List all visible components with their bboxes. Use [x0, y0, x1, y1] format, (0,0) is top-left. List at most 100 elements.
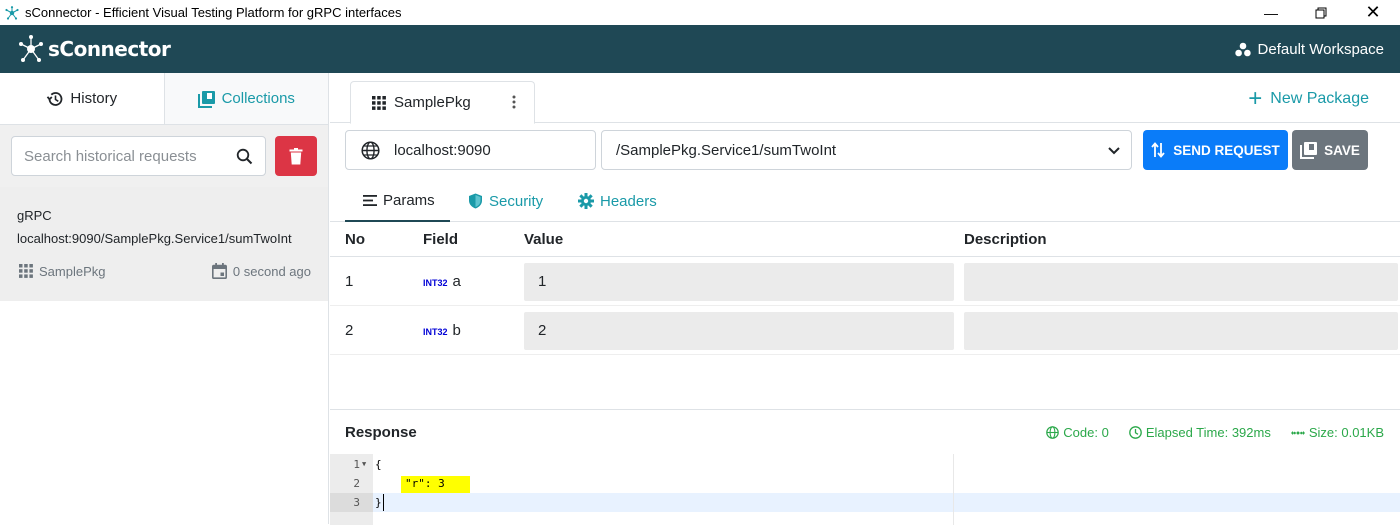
tab-params-label: Params	[383, 191, 435, 209]
param-tabs: Params Security Headers	[330, 180, 1400, 222]
calendar-icon	[211, 263, 227, 279]
history-search-bar	[0, 125, 328, 187]
value-input[interactable]: 2	[524, 312, 954, 350]
response-editor[interactable]: 1 ▼ 2 3 { "r": 3 }	[330, 454, 1400, 525]
send-request-button[interactable]: SEND REQUEST	[1143, 130, 1288, 170]
package-tabbar: SamplePkg + New Package	[330, 73, 1400, 124]
history-item-time: 0 second ago	[211, 263, 311, 279]
package-tab-label: SamplePkg	[394, 94, 471, 111]
new-package-button[interactable]: + New Package	[1248, 85, 1369, 112]
package-tab[interactable]: SamplePkg	[350, 81, 535, 124]
tab-history[interactable]: History	[0, 73, 165, 124]
search-box	[11, 136, 266, 176]
row-field: INT32 b	[423, 322, 461, 339]
host-input[interactable]: localhost:9090	[345, 130, 596, 170]
maximize-button[interactable]	[1298, 0, 1344, 25]
logo: sConnector	[18, 34, 171, 64]
method-value: /SamplePkg.Service1/sumTwoInt	[616, 141, 837, 159]
history-item[interactable]: gRPC localhost:9090/SamplePkg.Service1/s…	[0, 187, 328, 301]
description-input[interactable]	[964, 263, 1398, 301]
tab-security-label: Security	[489, 192, 544, 210]
elapsed-time-label: Elapsed Time: 392ms	[1145, 425, 1271, 440]
col-field: Field	[423, 231, 459, 248]
code-line: }	[375, 496, 382, 509]
window-title: sConnector - Efficient Visual Testing Pl…	[25, 5, 402, 20]
save-icon	[1300, 142, 1318, 159]
tab-collections-label: Collections	[221, 90, 295, 107]
plus-icon: +	[1248, 85, 1263, 112]
request-bar: localhost:9090 /SamplePkg.Service1/sumTw…	[345, 130, 1385, 170]
close-button[interactable]: ✕	[1350, 0, 1396, 25]
fold-arrow-icon[interactable]: ▼	[362, 460, 366, 468]
response-header: Response Code: 0 Elapsed Time: 392ms Siz…	[330, 410, 1400, 454]
current-line-highlight	[373, 493, 1400, 512]
restore-icon	[1315, 7, 1327, 18]
text-cursor	[383, 494, 384, 511]
save-label: SAVE	[1324, 142, 1360, 158]
trash-icon	[289, 147, 303, 164]
row-no: 1	[345, 273, 354, 290]
response-size-label: Size: 0.01KB	[1308, 425, 1384, 440]
tab-security[interactable]: Security	[468, 180, 543, 222]
app-header: sConnector Default Workspace	[0, 25, 1400, 73]
history-item-url: localhost:9090/SamplePkg.Service1/sumTwo…	[17, 231, 292, 246]
value-input[interactable]: 1	[524, 263, 954, 301]
ellipsis-arrows-icon	[1290, 430, 1305, 435]
response-panel: Response Code: 0 Elapsed Time: 392ms Siz…	[330, 409, 1400, 525]
method-select[interactable]: /SamplePkg.Service1/sumTwoInt	[601, 130, 1132, 170]
print-margin	[953, 454, 954, 525]
table-row: 1 INT32 a 1	[330, 257, 1400, 306]
tab-headers[interactable]: Headers	[578, 180, 657, 222]
minimize-button[interactable]: —	[1248, 0, 1294, 25]
history-item-package: SamplePkg	[19, 263, 105, 279]
history-item-package-label: SamplePkg	[39, 263, 106, 279]
app-icon	[5, 5, 19, 20]
host-value: localhost:9090	[394, 141, 491, 159]
clock-icon	[1128, 426, 1142, 439]
swap-vertical-icon	[1151, 142, 1165, 158]
globe-icon	[1046, 426, 1060, 439]
clear-history-button[interactable]	[275, 136, 317, 176]
workspace-selector[interactable]: Default Workspace	[1234, 25, 1384, 73]
description-input[interactable]	[964, 312, 1398, 350]
workspace-label: Default Workspace	[1257, 40, 1384, 58]
tab-collections[interactable]: Collections	[164, 73, 328, 124]
response-stats: Code: 0 Elapsed Time: 392ms Size: 0.01KB	[1026, 425, 1384, 440]
logo-icon	[19, 35, 43, 62]
row-no: 2	[345, 322, 354, 339]
grid-icon	[19, 264, 33, 278]
col-value: Value	[524, 231, 564, 248]
editor-gutter: 1 ▼ 2 3	[330, 454, 373, 525]
history-icon	[47, 91, 63, 106]
code-line: "r": 3	[401, 474, 470, 493]
field-name: b	[452, 322, 461, 339]
row-field: INT32 a	[423, 273, 461, 290]
collections-icon	[197, 90, 215, 108]
history-item-time-label: 0 second ago	[232, 263, 311, 279]
code-line-text: "r": 3	[401, 476, 470, 493]
grid-icon	[372, 95, 386, 110]
field-type-badge: INT32	[423, 327, 448, 337]
save-button[interactable]: SAVE	[1292, 130, 1368, 170]
close-icon: ✕	[1365, 2, 1381, 22]
table-row: 2 INT32 b 2	[330, 306, 1400, 355]
minimize-icon: —	[1264, 4, 1278, 21]
field-name: a	[452, 273, 461, 290]
history-item-meta: SamplePkg 0 second ago	[19, 263, 311, 279]
window-titlebar: sConnector - Efficient Visual Testing Pl…	[0, 0, 1400, 25]
shield-icon	[469, 193, 482, 209]
params-table: No Field Value Description 1 INT32 a 1 2…	[330, 223, 1400, 355]
tab-params[interactable]: Params	[345, 180, 450, 222]
line-number: 1	[353, 458, 360, 471]
elapsed-time: Elapsed Time: 392ms	[1128, 425, 1271, 440]
history-item-protocol: gRPC	[17, 208, 52, 223]
workspace-icon	[1234, 42, 1251, 56]
more-options-icon[interactable]	[512, 95, 516, 109]
status-code-label: Code: 0	[1063, 425, 1109, 440]
search-icon[interactable]	[236, 148, 253, 165]
send-request-label: SEND REQUEST	[1173, 142, 1280, 158]
globe-icon	[361, 140, 380, 160]
chevron-down-icon	[1108, 147, 1120, 155]
field-type-badge: INT32	[423, 278, 448, 288]
search-input[interactable]	[24, 147, 236, 165]
